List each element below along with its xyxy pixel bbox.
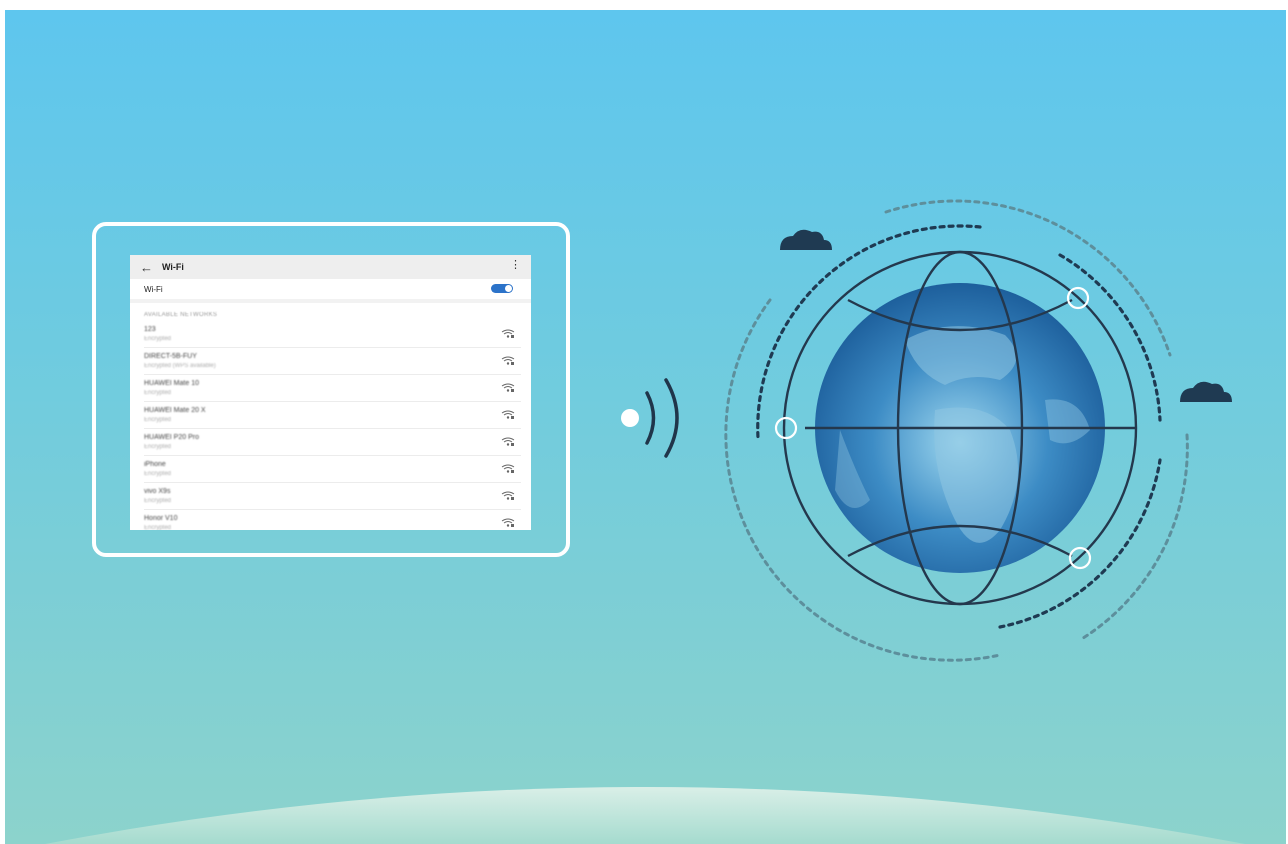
- cloud-icon: [1180, 381, 1232, 402]
- globe-illustration: [621, 199, 1232, 662]
- cloud-icon: [780, 229, 832, 250]
- broadcast-signal-icon: [621, 378, 679, 458]
